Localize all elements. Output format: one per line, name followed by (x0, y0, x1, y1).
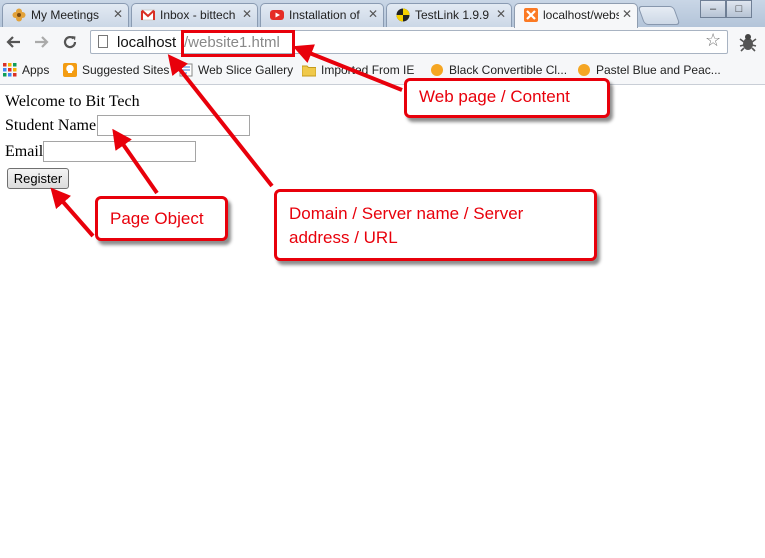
xampp-icon (524, 8, 538, 22)
lightbulb-icon (63, 63, 77, 77)
callout-page-object: Page Object (95, 196, 228, 241)
maximize-button[interactable]: □ (726, 0, 752, 18)
callout-text-line1: Domain / Server name / Server (289, 204, 524, 223)
tab-label: Installation of (289, 8, 360, 22)
close-icon[interactable]: ✕ (113, 7, 123, 21)
tab-label: localhost/website1.html (543, 8, 619, 22)
web-page-content: Welcome to Bit Tech Student Name Email R… (0, 85, 765, 558)
tab-testlink[interactable]: TestLink 1.9.9 ✕ (386, 3, 512, 27)
reload-icon (63, 35, 77, 49)
callout-web-page-content: Web page / Content (404, 78, 610, 118)
register-button[interactable]: Register (7, 168, 69, 189)
bookmark-suggested-sites[interactable]: Suggested Sites (63, 63, 169, 77)
bookmark-label: Imported From IE (321, 63, 415, 77)
apps-grid-icon (3, 63, 17, 77)
back-arrow-icon (6, 36, 20, 48)
tab-installation[interactable]: Installation of ✕ (260, 3, 384, 27)
bookmark-web-slice-gallery[interactable]: Web Slice Gallery (179, 63, 293, 77)
email-input[interactable] (43, 141, 196, 162)
student-name-label: Student Name (5, 117, 97, 134)
close-icon[interactable]: ✕ (242, 7, 252, 21)
callout-domain-url: Domain / Server name / Server address / … (274, 189, 597, 261)
url-path-highlight (181, 30, 295, 57)
bookmarks-bar: Apps Suggested Sites Web Slice Gallery I… (0, 58, 765, 85)
callout-text: Page Object (110, 209, 204, 228)
back-button[interactable] (3, 30, 25, 54)
bookmark-imported-from-ie[interactable]: Imported From IE (302, 63, 414, 77)
forward-button[interactable] (30, 30, 52, 54)
bookmark-icon (578, 64, 590, 76)
url-host: localhost (117, 34, 177, 51)
bookmark-label: Apps (22, 63, 50, 77)
bookmark-apps[interactable]: Apps (3, 63, 49, 77)
welcome-text: Welcome to Bit Tech (5, 93, 140, 110)
bookmark-icon (431, 64, 443, 76)
bookmark-label: Pastel Blue and Peac... (596, 63, 721, 77)
tab-strip: My Meetings ✕ Inbox - bittech ✕ Installa… (0, 0, 765, 28)
tab-my-meetings[interactable]: My Meetings ✕ (2, 3, 129, 27)
bookmark-label: Web Slice Gallery (198, 63, 294, 77)
tab-label: Inbox - bittech (160, 8, 236, 22)
reload-button[interactable] (59, 30, 81, 54)
tab-localhost[interactable]: localhost/website1.html ✕ (514, 3, 638, 28)
gmail-icon (141, 9, 155, 21)
forward-arrow-icon (35, 36, 49, 48)
bookmark-pastel-blue[interactable]: Pastel Blue and Peac... (577, 63, 721, 77)
page-icon (98, 35, 108, 48)
bookmark-star-icon[interactable]: ☆ (705, 30, 721, 51)
student-name-input[interactable] (97, 115, 250, 136)
firebug-extension-icon[interactable] (737, 31, 759, 53)
callout-text-line2: address / URL (289, 228, 398, 247)
bookmark-black-convertible[interactable]: Black Convertible Cl... (430, 63, 567, 77)
bookmark-label: Black Convertible Cl... (449, 63, 568, 77)
new-tab-button[interactable] (637, 6, 681, 25)
email-label: Email (5, 143, 44, 160)
minimize-button[interactable]: – (700, 0, 726, 18)
close-icon[interactable]: ✕ (622, 7, 632, 21)
bookmark-label: Suggested Sites (82, 63, 170, 77)
folder-icon (302, 65, 316, 77)
tab-inbox[interactable]: Inbox - bittech ✕ (131, 3, 258, 27)
flower-icon (12, 8, 26, 22)
tab-label: TestLink 1.9.9 (415, 8, 490, 22)
close-icon[interactable]: ✕ (496, 7, 506, 21)
web-slice-icon (179, 63, 193, 77)
testlink-icon (396, 8, 410, 22)
youtube-icon (270, 10, 284, 20)
close-icon[interactable]: ✕ (368, 7, 378, 21)
browser-toolbar: localhost /website1.html (0, 27, 765, 58)
tab-label: My Meetings (31, 8, 100, 22)
callout-text: Web page / Content (419, 87, 570, 106)
